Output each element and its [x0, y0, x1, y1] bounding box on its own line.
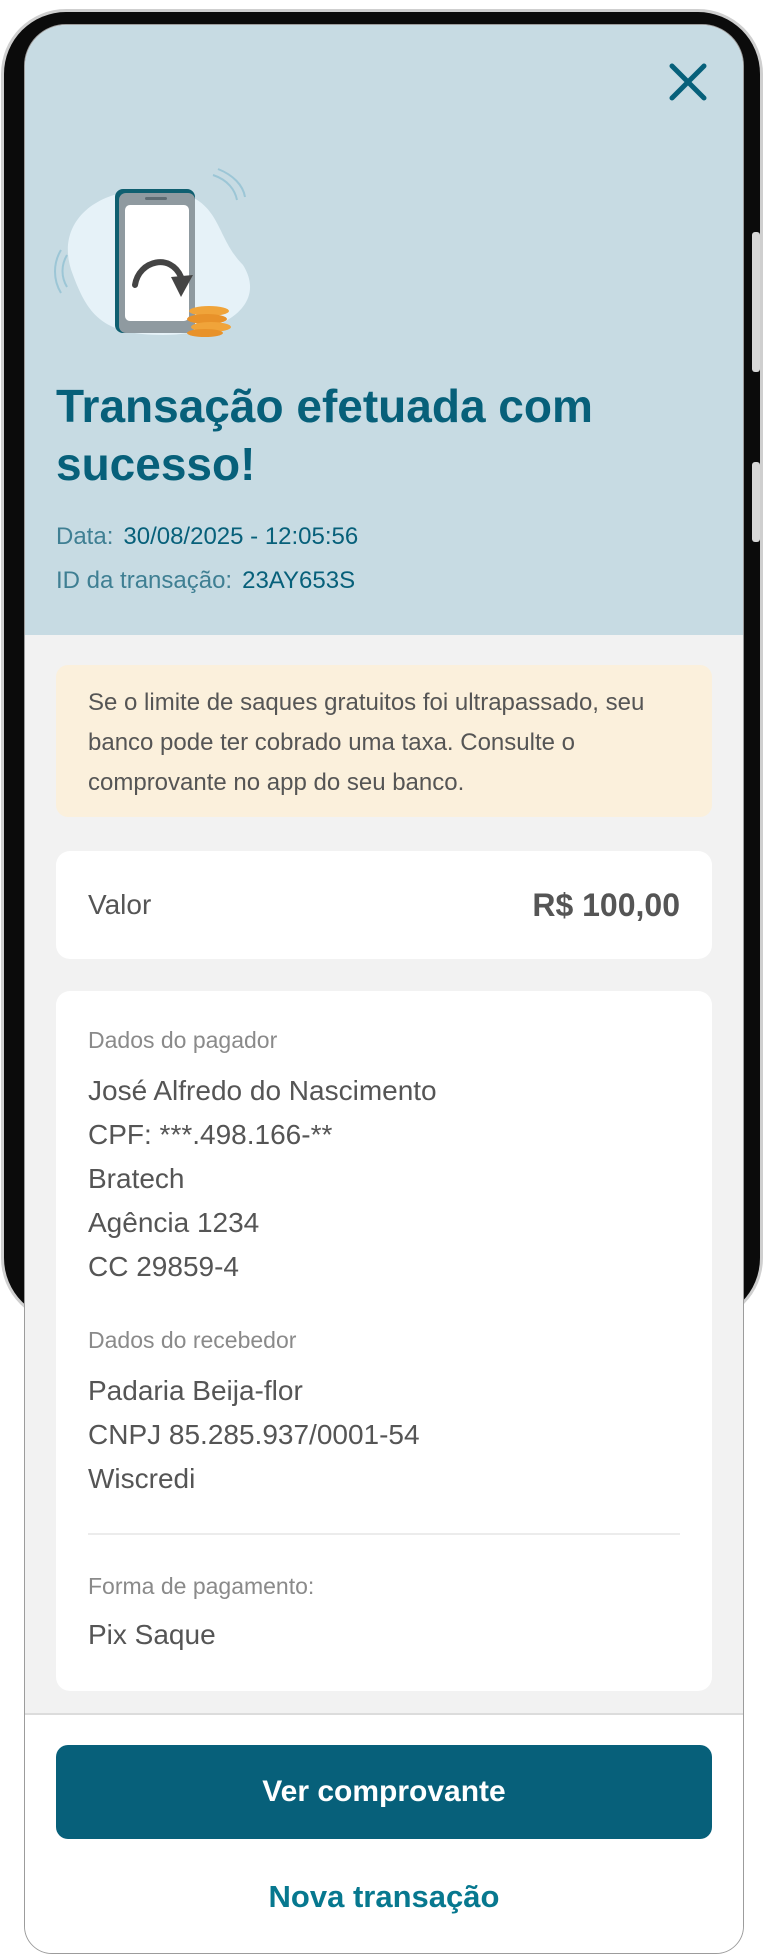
- amount-card: Valor R$ 100,00: [56, 851, 712, 959]
- receiver-cnpj: CNPJ 85.285.937/0001-54: [88, 1419, 420, 1450]
- app-screen: Transação efetuada com sucesso! Data: 30/…: [24, 24, 744, 1954]
- action-bar: Ver comprovante Nova transação: [25, 1713, 743, 1953]
- close-button[interactable]: [661, 55, 715, 109]
- payer-name: José Alfredo do Nascimento: [88, 1075, 437, 1106]
- date-label: Data:: [56, 523, 114, 550]
- payer-cpf: CPF: ***.498.166-**: [88, 1119, 333, 1150]
- amount-label: Valor: [88, 889, 152, 920]
- payer-branch: Agência 1234: [88, 1207, 260, 1238]
- transaction-details-card: Dados do pagador José Alfredo do Nascime…: [56, 991, 712, 1691]
- payment-method-value: Pix Saque: [88, 1619, 216, 1650]
- phone-side-button: [752, 232, 760, 372]
- transaction-date: Data: 30/08/2025 - 12:05:56: [56, 523, 358, 551]
- transaction-id-value: 23AY653S: [242, 567, 356, 594]
- payer-details: José Alfredo do Nascimento CPF: ***.498.…: [88, 1069, 437, 1289]
- phone-side-button: [752, 462, 760, 542]
- view-receipt-button[interactable]: Ver comprovante: [56, 1745, 712, 1839]
- payment-method-label: Forma de pagamento:: [88, 1573, 315, 1599]
- date-value: 30/08/2025 - 12:05:56: [123, 523, 359, 550]
- phone-with-coins-illustration: [54, 168, 251, 337]
- receiver-name: Padaria Beija-flor: [88, 1375, 303, 1406]
- receiver-details: Padaria Beija-flor CNPJ 85.285.937/0001-…: [88, 1369, 420, 1501]
- divider: [88, 1533, 680, 1535]
- amount-value: R$ 100,00: [532, 886, 680, 923]
- close-icon: [669, 63, 707, 101]
- transaction-id-label: ID da transação:: [56, 567, 233, 594]
- transaction-id: ID da transação: 23AY653S: [56, 567, 355, 595]
- fee-warning-notice: Se o limite de saques gratuitos foi ultr…: [56, 665, 712, 817]
- payer-section-title: Dados do pagador: [88, 1027, 278, 1053]
- page-title: Transação efetuada com sucesso!: [56, 380, 593, 490]
- receiver-bank: Wiscredi: [88, 1463, 196, 1494]
- payer-bank: Bratech: [88, 1163, 185, 1194]
- receiver-section-title: Dados do recebedor: [88, 1327, 297, 1353]
- payer-account: CC 29859-4: [88, 1251, 239, 1282]
- new-transaction-button[interactable]: Nova transação: [56, 1857, 712, 1937]
- success-header: Transação efetuada com sucesso! Data: 30/…: [25, 25, 743, 635]
